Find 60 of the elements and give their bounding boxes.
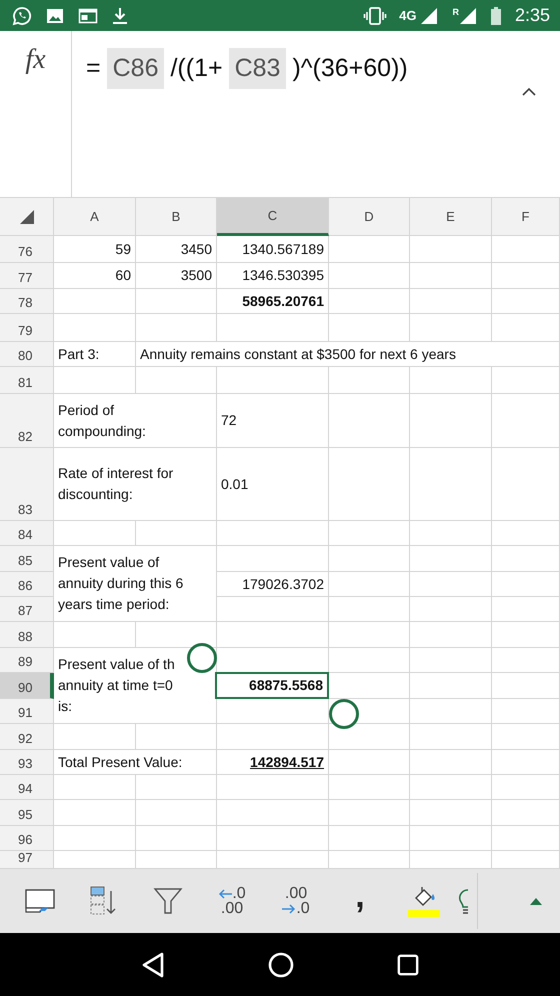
right-arrow-icon	[282, 904, 296, 914]
home-icon[interactable]	[268, 952, 294, 978]
row-header[interactable]: 97	[0, 851, 54, 869]
column-header[interactable]: B	[136, 198, 217, 236]
column-header[interactable]: C	[217, 198, 329, 236]
function-label: fx	[25, 45, 46, 77]
row-header[interactable]: 89	[0, 648, 54, 673]
left-arrow-icon	[218, 888, 232, 898]
row-header[interactable]: 96	[0, 826, 54, 851]
column-header[interactable]: A	[54, 198, 136, 236]
formula-field[interactable]: = C86 /((1+ C83 )^(36+60))	[72, 43, 560, 93]
selection-handle[interactable]	[329, 699, 359, 729]
roaming-label: R	[452, 6, 459, 16]
row-header[interactable]: 87	[0, 597, 54, 622]
row-header[interactable]: 82	[0, 394, 54, 448]
column-header[interactable]: E	[410, 198, 492, 236]
signal-icon	[420, 6, 438, 24]
row-header[interactable]: 79	[0, 314, 54, 342]
vibrate-icon	[363, 6, 388, 24]
recents-icon[interactable]	[396, 954, 419, 976]
signal-icon	[458, 6, 477, 24]
screen-icon	[25, 888, 55, 914]
chat-icon	[12, 6, 32, 26]
download-icon	[112, 6, 128, 24]
row-header[interactable]: 76	[0, 236, 54, 263]
funnel-icon	[153, 886, 183, 916]
row-header[interactable]: 92	[0, 724, 54, 750]
decrease-decimal-button[interactable]: .0 .00	[200, 873, 264, 929]
select-all-icon[interactable]	[20, 210, 34, 224]
column-header[interactable]: F	[492, 198, 560, 236]
network-type: 4G	[399, 8, 416, 23]
row-header[interactable]: 86	[0, 572, 54, 597]
clock-time: 2:35	[514, 5, 550, 26]
row-header[interactable]: 83	[0, 448, 54, 521]
table-cell[interactable]: 68875.5568	[215, 672, 329, 699]
row-header[interactable]: 77	[0, 263, 54, 289]
up-triangle-icon	[530, 898, 542, 904]
row-header[interactable]: 85	[0, 546, 54, 572]
image-icon	[46, 6, 64, 24]
battery-icon	[490, 6, 501, 24]
table-cell[interactable]: Present value of th annuity at time t=0 is:	[54, 648, 217, 724]
row-header[interactable]: 78	[0, 289, 54, 314]
lightbulb-icon	[456, 886, 470, 916]
row-header[interactable]: 95	[0, 800, 54, 826]
row-header[interactable]: 84	[0, 521, 54, 546]
row-header[interactable]: 81	[0, 367, 54, 394]
row-header[interactable]: 88	[0, 622, 54, 648]
row-header[interactable]: 91	[0, 699, 54, 724]
column-header[interactable]: D	[329, 198, 410, 236]
ideas-button[interactable]	[456, 873, 478, 929]
row-header[interactable]: 94	[0, 775, 54, 800]
collapse-icon[interactable]	[522, 87, 536, 96]
table-cell[interactable]: Present value of annuity during this 6 years time period:	[54, 546, 217, 622]
row-header[interactable]: 80	[0, 342, 54, 367]
back-icon[interactable]	[141, 952, 166, 978]
calendar-icon	[78, 6, 98, 24]
comma-style-button[interactable]: ,	[328, 873, 392, 929]
row-header[interactable]: 93	[0, 750, 54, 775]
row-header[interactable]: 90	[0, 673, 54, 699]
increase-decimal-button[interactable]: .00 .0	[264, 873, 328, 929]
